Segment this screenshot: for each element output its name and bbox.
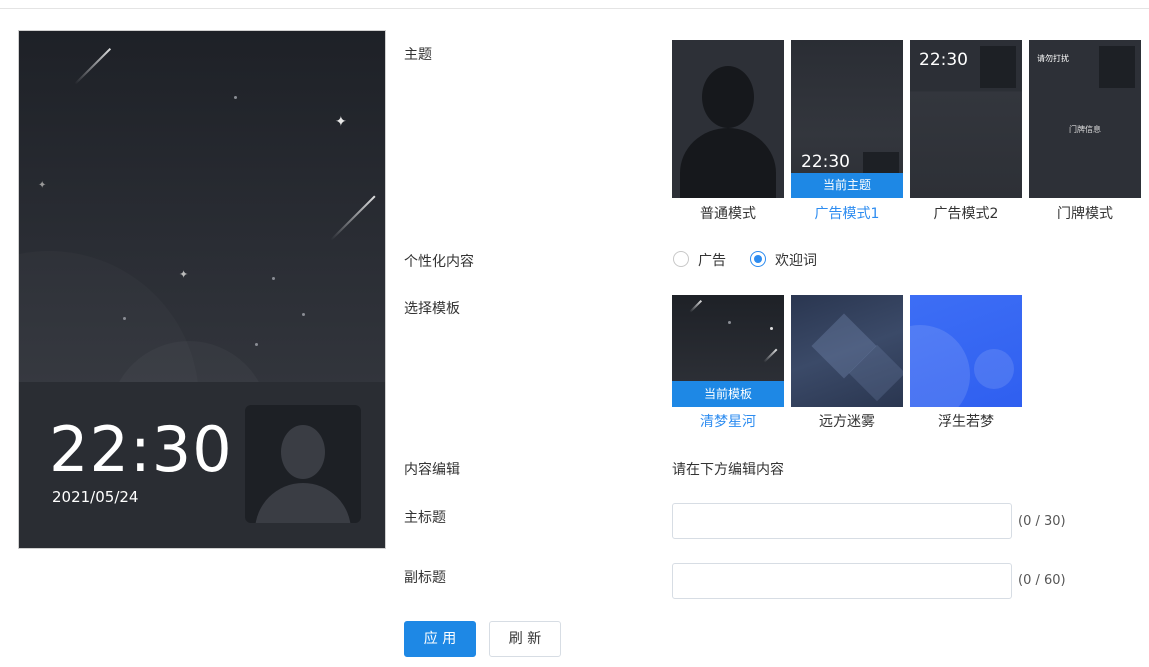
meteor — [74, 47, 112, 85]
theme-card-doorplate[interactable]: 请勿打扰 门牌信息 — [1029, 40, 1141, 198]
current-theme-badge: 当前主题 — [791, 173, 903, 198]
theme-card-normal[interactable] — [672, 40, 784, 198]
radio-welcome[interactable] — [750, 251, 766, 267]
theme-label: 主题 — [404, 47, 432, 63]
star-dot — [234, 96, 237, 99]
star-dot — [255, 343, 258, 346]
meteor — [330, 195, 376, 241]
top-divider — [0, 8, 1149, 9]
sparkle-star: ✦ — [335, 114, 347, 130]
template-name-starry[interactable]: 清梦星河 — [668, 411, 788, 431]
theme-name-ad2[interactable]: 广告模式2 — [906, 203, 1026, 223]
avatar-placeholder-icon — [245, 405, 361, 523]
star-dot — [272, 277, 275, 280]
template-card-mist[interactable] — [791, 295, 903, 407]
sparkle-star: ✦ — [179, 268, 189, 281]
template-name-dream[interactable]: 浮生若梦 — [906, 411, 1026, 431]
radio-welcome-label[interactable]: 欢迎词 — [775, 250, 817, 270]
preview-date: 2021/05/24 — [52, 488, 139, 506]
template-name-mist[interactable]: 远方迷雾 — [787, 411, 907, 431]
theme-card-ad1[interactable]: 22:30 当前主题 — [791, 40, 903, 198]
sub-title-counter: (0 / 60) — [1018, 573, 1066, 588]
main-title-counter: (0 / 30) — [1018, 514, 1066, 529]
radio-ad-label[interactable]: 广告 — [698, 250, 726, 270]
main-title-label: 主标题 — [404, 510, 446, 526]
refresh-button[interactable]: 刷 新 — [489, 621, 561, 657]
content-edit-label: 内容编辑 — [404, 462, 460, 478]
theme-name-normal[interactable]: 普通模式 — [668, 203, 788, 223]
sub-title-input[interactable] — [672, 563, 1012, 599]
theme-card-ad2[interactable]: 22:30 — [910, 40, 1022, 198]
personalized-label: 个性化内容 — [404, 254, 474, 270]
preview-time: 22:30 — [49, 413, 233, 486]
star-dot — [302, 313, 305, 316]
radio-ad[interactable] — [673, 251, 689, 267]
template-card-dream[interactable] — [910, 295, 1022, 407]
device-preview: ✦ ✦ ✦ 22:30 2021/05/24 — [18, 30, 386, 549]
apply-button[interactable]: 应 用 — [404, 621, 476, 657]
current-template-badge: 当前模板 — [672, 381, 784, 407]
theme-name-ad1[interactable]: 广告模式1 — [787, 203, 907, 223]
star-dot — [123, 317, 126, 320]
sparkle-star: ✦ — [38, 180, 47, 191]
sub-title-label: 副标题 — [404, 570, 446, 586]
main-title-input[interactable] — [672, 503, 1012, 539]
content-edit-hint: 请在下方编辑内容 — [672, 462, 784, 478]
theme-name-doorplate[interactable]: 门牌模式 — [1025, 203, 1145, 223]
template-card-starry[interactable]: 当前模板 — [672, 295, 784, 407]
template-label: 选择模板 — [404, 301, 460, 317]
